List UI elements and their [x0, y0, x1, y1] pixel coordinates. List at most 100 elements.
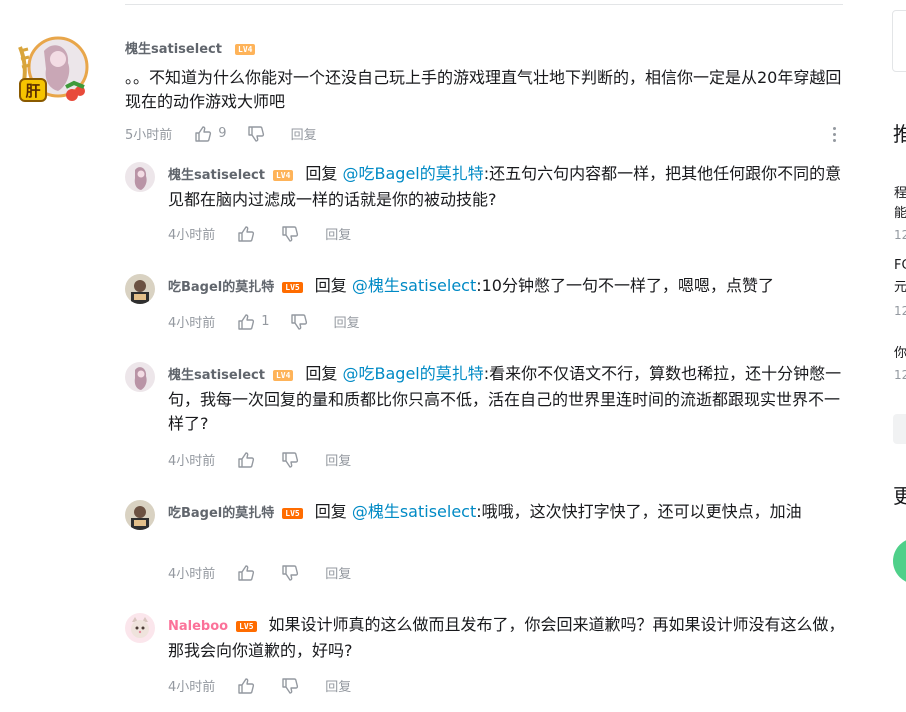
thumbs-down-icon	[247, 125, 264, 142]
mention-link[interactable]: @槐生satiselect	[352, 502, 476, 521]
reply-button[interactable]: 回复	[325, 450, 351, 469]
avatar[interactable]	[125, 500, 155, 530]
thumbs-up-icon	[238, 313, 255, 330]
recommend-item-meta: 12	[894, 304, 906, 318]
mention-link[interactable]: @吃Bagel的莫扎特	[343, 164, 484, 183]
reply-info: 4小时前 回复	[168, 676, 351, 695]
username[interactable]: 吃Bagel的莫扎特	[168, 506, 274, 521]
like-button[interactable]	[237, 225, 261, 243]
sub-reply: 槐生satiselect LV4 回复 @吃Bagel的莫扎特:看来你不仅语文不行，…	[125, 362, 845, 472]
timestamp: 4小时前	[168, 454, 216, 469]
thumbs-down-icon	[282, 225, 299, 242]
sub-reply: 吃Bagel的莫扎特 LV5 回复 @槐生satiselect:哦哦，这次快打字快了…	[125, 500, 845, 585]
username[interactable]: 槐生satiselect	[168, 168, 265, 183]
timestamp: 5小时前	[125, 128, 173, 143]
level-badge: LV4	[272, 370, 294, 381]
mention-link[interactable]: @槐生satiselect	[352, 276, 476, 295]
like-button[interactable]	[237, 677, 261, 695]
reply-content: Naleboo LV5 如果设计师真的这么做而且发布了，你会回来道歉吗？再如果设计师…	[168, 613, 845, 663]
sub-reply: Naleboo LV5 如果设计师真的这么做而且发布了，你会回来道歉吗？再如果设计师…	[125, 613, 845, 698]
thumbs-up-icon	[238, 677, 255, 694]
username[interactable]: 槐生satiselect	[125, 42, 222, 57]
reply-text: :还五句六句内容都一样，把其他任何跟你不同的意见都在脑内过滤成一样的话就是你的被…	[168, 164, 842, 209]
timestamp: 4小时前	[168, 316, 216, 331]
thumbs-down-icon	[282, 677, 299, 694]
recommend-item-title[interactable]: FC	[894, 258, 906, 273]
thumbs-up-icon	[238, 564, 255, 581]
dislike-button[interactable]	[281, 677, 299, 695]
like-button[interactable]: 1	[237, 313, 270, 331]
reply-button[interactable]: 回复	[291, 124, 317, 143]
username[interactable]: 槐生satiselect	[168, 368, 265, 383]
dislike-button[interactable]	[281, 451, 299, 469]
avatar[interactable]	[125, 362, 155, 392]
comment-header: 槐生satiselect LV4	[125, 38, 256, 57]
thumbs-up-icon	[238, 451, 255, 468]
level-badge: LV5	[282, 282, 303, 293]
reply-info: 4小时前 回复	[168, 450, 351, 469]
level-badge: LV5	[236, 621, 257, 632]
like-button[interactable]	[237, 451, 261, 469]
dislike-button[interactable]	[281, 225, 299, 243]
reply-info: 4小时前 1 回复	[168, 312, 360, 331]
avatar[interactable]: 肝	[14, 29, 94, 109]
avatar[interactable]	[125, 613, 155, 643]
reply-info: 4小时前 回复	[168, 224, 351, 243]
sidebar-button[interactable]	[893, 414, 906, 444]
reply-content: 吃Bagel的莫扎特 LV5 回复 @槐生satiselect:哦哦，这次快打字快了…	[168, 500, 845, 526]
divider	[125, 4, 843, 5]
username[interactable]: Naleboo	[168, 619, 228, 634]
level-badge: LV4	[272, 170, 294, 181]
sidebar-card[interactable]	[892, 10, 906, 72]
reply-text: 如果设计师真的这么做而且发布了，你会回来道歉吗？再如果设计师没有这么做，那我会向…	[168, 615, 845, 660]
sub-reply: 槐生satiselect LV4 回复 @吃Bagel的莫扎特:还五句六句内容都一样…	[125, 162, 845, 252]
right-sidebar: 推 程 能 12 FC 元 12 你 12 更	[860, 0, 906, 712]
recommend-item-meta: 12	[894, 228, 906, 242]
dislike-button[interactable]	[281, 564, 299, 582]
reply-button[interactable]: 回复	[325, 676, 351, 695]
reply-prefix: 回复	[305, 364, 338, 383]
recommend-item-title[interactable]: 元	[894, 276, 906, 295]
reply-button[interactable]: 回复	[325, 224, 351, 243]
timestamp: 4小时前	[168, 567, 216, 582]
more-heading: 更	[893, 484, 906, 508]
dislike-button[interactable]	[247, 125, 265, 143]
reply-text: :看来你不仅语文不行，算数也稀拉，还十分钟憋一句，我每一次回复的量和质都比你只高…	[168, 364, 842, 433]
dislike-button[interactable]	[290, 313, 308, 331]
avatar-badge-text: 肝	[25, 82, 40, 100]
reply-prefix: 回复	[314, 276, 347, 295]
avatar[interactable]	[125, 274, 155, 304]
float-action-button[interactable]	[893, 538, 906, 584]
avatar[interactable]	[125, 162, 155, 192]
username[interactable]: 吃Bagel的莫扎特	[168, 280, 274, 295]
reply-prefix: 回复	[305, 164, 338, 183]
recommend-item-title[interactable]: 你	[894, 342, 906, 361]
thumbs-down-icon	[282, 451, 299, 468]
like-button[interactable]	[237, 564, 261, 582]
recommend-heading: 推	[893, 122, 906, 146]
level-badge: LV5	[282, 508, 303, 519]
like-count: 1	[261, 314, 270, 329]
reply-content: 吃Bagel的莫扎特 LV5 回复 @槐生satiselect:10分钟憋了一句不一…	[168, 274, 845, 300]
reply-text: :哦哦，这次快打字快了，还可以更快点，加油	[476, 502, 802, 521]
timestamp: 4小时前	[168, 228, 216, 243]
recommend-item-title[interactable]: 能	[894, 202, 906, 221]
comment-text: 。。不知道为什么你能对一个还没自己玩上手的游戏理直气壮地下判断的，相信你一定是从…	[125, 68, 842, 111]
reply-button[interactable]: 回复	[325, 563, 351, 582]
reply-text: :10分钟憋了一句不一样了，嗯嗯，点赞了	[476, 276, 774, 295]
level-badge: LV4	[235, 44, 256, 55]
recommend-item-title[interactable]: 程	[894, 182, 906, 201]
mention-link[interactable]: @吃Bagel的莫扎特	[343, 364, 484, 383]
reply-content: 槐生satiselect LV4 回复 @吃Bagel的莫扎特:看来你不仅语文不行，…	[168, 362, 845, 436]
like-button[interactable]: 9	[194, 125, 227, 143]
reply-content: 槐生satiselect LV4 回复 @吃Bagel的莫扎特:还五句六句内容都一样…	[168, 162, 845, 212]
reply-prefix: 回复	[314, 502, 347, 521]
thumbs-down-icon	[290, 313, 307, 330]
reply-button[interactable]: 回复	[334, 312, 360, 331]
timestamp: 4小时前	[168, 680, 216, 695]
thumbs-up-icon	[195, 125, 212, 142]
more-options-icon[interactable]	[829, 124, 839, 144]
thumbs-down-icon	[282, 564, 299, 581]
reply-info: 4小时前 回复	[168, 563, 351, 582]
sub-reply: 吃Bagel的莫扎特 LV5 回复 @槐生satiselect:10分钟憋了一句不一…	[125, 274, 845, 334]
